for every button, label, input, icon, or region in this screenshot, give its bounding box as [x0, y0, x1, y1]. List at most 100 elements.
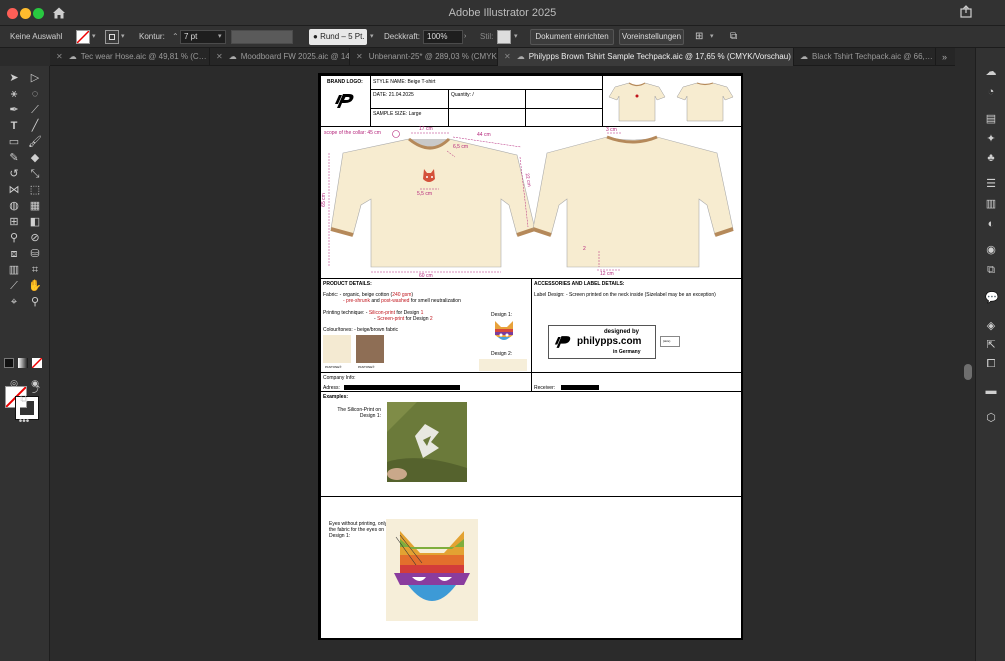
- column-graph-tool-icon[interactable]: ▥: [6, 263, 22, 277]
- selection-tool-icon[interactable]: ➤: [6, 71, 22, 85]
- none-mode-icon[interactable]: [31, 357, 43, 369]
- arrange-documents-icon[interactable]: ⊞: [695, 26, 703, 48]
- variable-width-profile[interactable]: [231, 30, 293, 44]
- share-icon[interactable]: [959, 5, 973, 19]
- style-name-cell: STYLE NAME: Beige T-shirt: [370, 75, 603, 90]
- chevron-down-icon[interactable]: ▾: [218, 26, 222, 48]
- blend-tool-icon[interactable]: ⧈: [6, 247, 22, 261]
- gradient-panel-icon[interactable]: ▥: [985, 198, 997, 210]
- brushes-icon[interactable]: ✦: [985, 133, 997, 145]
- comments-icon[interactable]: 💬: [985, 292, 999, 304]
- paintbrush-tool-icon[interactable]: 🖌: [27, 135, 43, 149]
- draw-inside-icon[interactable]: ◉: [27, 376, 43, 390]
- finishing-line: - pre-shrunk and post-washed for smell n…: [343, 298, 461, 304]
- scale-tool-icon[interactable]: ⤡: [27, 167, 43, 181]
- properties-icon[interactable]: ◔: [985, 86, 997, 98]
- transparency-icon[interactable]: ◐: [985, 218, 997, 230]
- direct-selection-tool-icon[interactable]: ▷: [27, 71, 43, 85]
- graphic-styles-icon[interactable]: ⧉: [985, 264, 997, 276]
- preshrunk: - pre-shrunk: [343, 298, 370, 304]
- lasso-tool-icon[interactable]: ◌: [27, 87, 43, 101]
- chevron-down-icon[interactable]: ▾: [710, 26, 714, 48]
- close-tab-icon[interactable]: ✕: [504, 52, 511, 61]
- tab-document-4-active[interactable]: ✕ ☁ Philypps Brown Tshirt Sample Techpack.…: [498, 48, 794, 66]
- gradient-mode-icon[interactable]: [18, 358, 28, 368]
- draw-normal-icon[interactable]: ◎: [6, 376, 22, 390]
- mesh-tool-icon[interactable]: ⊞: [6, 215, 22, 229]
- panel-menu-icon[interactable]: ⧉: [730, 26, 737, 48]
- cloud-icon: ☁: [516, 52, 525, 61]
- empty-cell: [448, 108, 526, 127]
- vertical-scrollbar[interactable]: [964, 364, 972, 380]
- chevron-down-icon[interactable]: ▾: [121, 26, 125, 48]
- artboard-techpack[interactable]: BRAND LOGO: STYLE NAME: Beige T-shirt DA…: [318, 73, 743, 640]
- puppet-warp-tool-icon[interactable]: ⌖: [6, 295, 22, 309]
- opacity-field[interactable]: 100%: [423, 30, 463, 44]
- 3d-materials-icon[interactable]: ⬡: [985, 412, 997, 424]
- asset-export-icon[interactable]: ▬: [985, 385, 997, 397]
- export-icon[interactable]: ⇱: [985, 339, 997, 351]
- tab-document-1[interactable]: ✕ ☁ Tec wear Hose.aic @ 49,81 % (C…: [50, 48, 210, 66]
- eraser-tool-icon[interactable]: ◆: [27, 151, 43, 165]
- close-tab-icon[interactable]: ✕: [216, 52, 223, 61]
- chevron-down-icon[interactable]: ▾: [92, 26, 96, 48]
- line-tool-icon[interactable]: ╱: [27, 119, 43, 133]
- artboard-tool-icon[interactable]: ⌗: [27, 263, 43, 277]
- sample-size-cell: SAMPLE SIZE: Large: [370, 108, 449, 127]
- hand-tool-icon[interactable]: ✋: [27, 279, 43, 293]
- close-tab-icon[interactable]: ✕: [56, 52, 63, 61]
- color-guide-icon[interactable]: ▤: [985, 113, 997, 125]
- magic-wand-tool-icon[interactable]: ⚹: [6, 87, 22, 101]
- free-transform-tool-icon[interactable]: ⬚: [27, 183, 43, 197]
- chevron-down-icon[interactable]: ▾: [514, 26, 518, 48]
- type-tool-icon[interactable]: T: [6, 119, 22, 133]
- color-mode-icon[interactable]: [4, 358, 14, 368]
- eyedropper-tool-icon[interactable]: ⚲: [6, 231, 22, 245]
- preferences-button[interactable]: Voreinstellungen: [619, 29, 684, 45]
- slice-tool-icon[interactable]: ⟋: [6, 279, 22, 293]
- brush-definition[interactable]: ● Rund – 5 Pt.: [309, 29, 367, 45]
- artboards-icon[interactable]: ⧠: [985, 358, 997, 370]
- close-tab-icon[interactable]: ✕: [356, 52, 363, 61]
- tab-document-2[interactable]: ✕☁Moodboard FW 2025.aic @ 147,…: [210, 48, 350, 66]
- chevron-right-icon[interactable]: ›: [464, 26, 466, 48]
- brand-logo-icon: [554, 336, 571, 348]
- measure-tool-icon[interactable]: ⊘: [27, 231, 43, 245]
- stroke-panel-icon[interactable]: ☰: [985, 178, 997, 190]
- libraries-icon[interactable]: ☁: [985, 66, 997, 78]
- gradient-tool-icon[interactable]: ◧: [27, 215, 43, 229]
- shaper-tool-icon[interactable]: ✎: [6, 151, 22, 165]
- appearance-icon[interactable]: ◉: [985, 244, 997, 256]
- empty-cell: [525, 108, 603, 127]
- document-setup-button[interactable]: Dokument einrichten: [530, 29, 614, 45]
- more-tabs-icon[interactable]: »: [942, 48, 947, 66]
- tab-document-5[interactable]: ☁ Black Tshirt Techpack.aic @ 66,…: [794, 48, 936, 66]
- zoom-tool-icon[interactable]: ⚲: [27, 295, 43, 309]
- collar-width-measure: 17 cm: [419, 126, 433, 132]
- perspective-grid-tool-icon[interactable]: ▦: [27, 199, 43, 213]
- empty-cell: [525, 89, 603, 109]
- symbols-icon[interactable]: ♣: [985, 152, 997, 164]
- size-label-box: (size): [660, 336, 680, 347]
- symbol-sprayer-tool-icon[interactable]: ⛁: [27, 247, 43, 261]
- stroke-swatch[interactable]: [105, 30, 119, 44]
- tab-document-3[interactable]: ✕ Unbenannt-25* @ 289,03 % (CMYK…: [350, 48, 498, 66]
- layers-icon[interactable]: ◈: [985, 320, 997, 332]
- print-width-measure: 5,5 cm: [417, 191, 433, 197]
- fill-swatch[interactable]: [76, 30, 90, 44]
- screen-mode-icon[interactable]: ⧉: [16, 393, 32, 407]
- examples-title: Examples:: [323, 394, 349, 400]
- curvature-tool-icon[interactable]: ⟋: [27, 103, 43, 117]
- pen-tool-icon[interactable]: ✒: [6, 103, 22, 117]
- shape-builder-tool-icon[interactable]: ◍: [6, 199, 22, 213]
- rectangle-tool-icon[interactable]: ▭: [6, 135, 22, 149]
- chevron-down-icon[interactable]: ▾: [370, 26, 374, 48]
- width-tool-icon[interactable]: ⋈: [6, 183, 22, 197]
- redacted-receiver: [561, 385, 599, 390]
- stepper-icon[interactable]: ⌃: [172, 26, 179, 48]
- rotate-tool-icon[interactable]: ↺: [6, 167, 22, 181]
- shoulder-measure: 44 cm: [477, 132, 491, 138]
- more-tools-icon[interactable]: •••: [16, 415, 32, 429]
- style-swatch[interactable]: [497, 30, 511, 44]
- design-1-label: Design 1:: [491, 312, 513, 318]
